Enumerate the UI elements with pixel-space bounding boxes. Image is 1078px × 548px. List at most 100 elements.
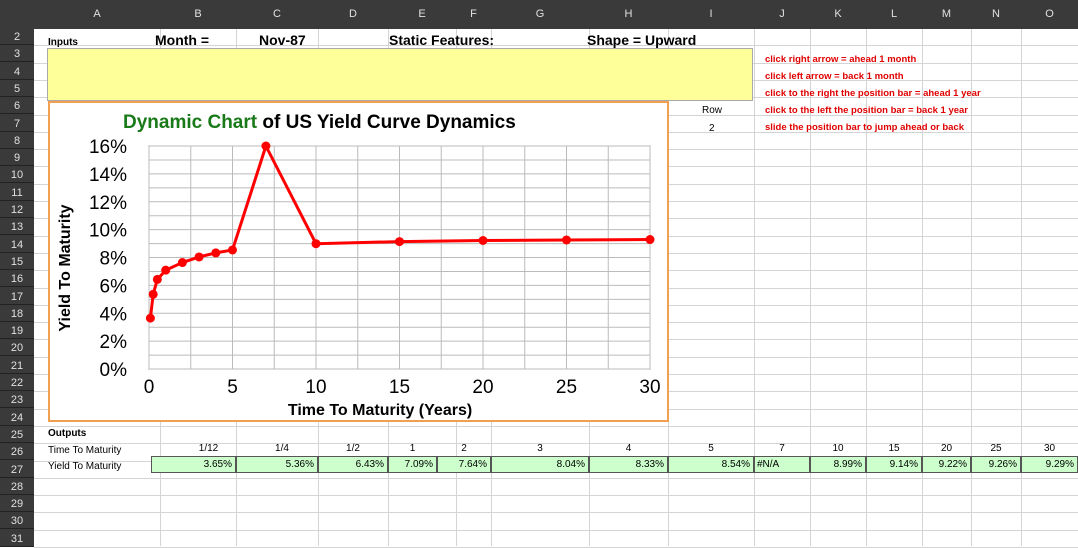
yield-curve-chart[interactable]: Dynamic Chart of US Yield Curve Dynamics… [48,101,669,422]
row-number-7[interactable]: 7 [0,116,34,132]
row-number-31[interactable]: 31 [0,531,34,547]
input-band[interactable] [47,48,753,101]
column-letter-f[interactable]: F [444,0,504,29]
series-point [395,237,404,246]
row-label: Row [702,105,722,116]
month-value[interactable]: Nov-87 [259,32,306,48]
row-number-2[interactable]: 2 [0,29,34,45]
column-letter-n[interactable]: N [966,0,1026,29]
row-number-28[interactable]: 28 [0,479,34,495]
maturity-cell[interactable]: 2 [444,443,484,454]
row-number-18[interactable]: 18 [0,306,34,322]
yield-cell[interactable]: 8.33% [589,456,668,473]
column-letter-h[interactable]: H [599,0,659,29]
y-tick-label: 0% [100,360,128,381]
maturity-cell[interactable]: 4 [609,443,649,454]
series-point [562,235,571,244]
maturity-cell[interactable]: 5 [691,443,731,454]
yield-cell[interactable]: 7.09% [388,456,437,473]
row-number-14[interactable]: 14 [0,237,34,253]
y-tick-label: 2% [100,332,128,353]
x-tick-label: 0 [144,377,155,398]
row-number-27[interactable]: 27 [0,462,34,478]
row-number-8[interactable]: 8 [0,133,34,149]
row-number-24[interactable]: 24 [0,410,34,426]
instruction-2: click left arrow = back 1 month [765,71,904,82]
x-axis-label: Time To Maturity (Years) [288,402,472,419]
series-point [228,245,237,254]
column-letter-b[interactable]: B [168,0,228,29]
yield-cell[interactable]: 9.22% [922,456,971,473]
maturity-cell[interactable]: 25 [976,443,1016,454]
row-number-12[interactable]: 12 [0,202,34,218]
maturity-cell[interactable]: 1/4 [262,443,302,454]
column-letter-j[interactable]: J [752,0,812,29]
row-number-15[interactable]: 15 [0,254,34,270]
row-number-10[interactable]: 10 [0,167,34,183]
maturity-cell[interactable]: 1 [393,443,433,454]
yield-cell[interactable]: 8.54% [668,456,754,473]
yield-cell[interactable]: 6.43% [318,456,388,473]
maturity-cell[interactable]: 1/12 [189,443,229,454]
yield-cell[interactable]: 9.14% [866,456,922,473]
column-letter-l[interactable]: L [864,0,924,29]
row-number-11[interactable]: 11 [0,185,34,201]
column-letter-g[interactable]: G [510,0,570,29]
row-number-21[interactable]: 21 [0,358,34,374]
series-point [195,252,204,261]
row-number-9[interactable]: 9 [0,150,34,166]
row-number-6[interactable]: 6 [0,98,34,114]
row-number-17[interactable]: 17 [0,289,34,305]
series-point [146,314,155,323]
maturity-cell[interactable]: 15 [874,443,914,454]
row-number-23[interactable]: 23 [0,392,34,408]
instruction-4: click to the left the position bar = bac… [765,105,968,116]
row-number-13[interactable]: 13 [0,219,34,235]
x-tick-label: 10 [305,377,326,398]
maturity-cell[interactable]: 30 [1030,443,1070,454]
column-letter-i[interactable]: I [681,0,741,29]
row-number-19[interactable]: 19 [0,323,34,339]
row-number-29[interactable]: 29 [0,496,34,512]
row-number-26[interactable]: 26 [0,444,34,460]
row-number-22[interactable]: 22 [0,375,34,391]
row-number-4[interactable]: 4 [0,64,34,80]
column-letter-k[interactable]: K [808,0,868,29]
chart-title: Dynamic Chart of US Yield Curve Dynamics [123,112,516,133]
column-letter-d[interactable]: D [323,0,383,29]
column-letter-o[interactable]: O [1020,0,1078,29]
outputs-label: Outputs [48,428,86,439]
series-point [479,236,488,245]
yield-cell[interactable]: 9.29% [1021,456,1078,473]
yield-cell[interactable]: 5.36% [236,456,318,473]
x-tick-label: 15 [389,377,410,398]
yield-cell[interactable]: #N/A [754,456,810,473]
column-letter-a[interactable]: A [67,0,127,29]
yield-output-row: 3.65%5.36%6.43%7.09%7.64%8.04%8.33%8.54%… [151,456,1078,473]
series-point [153,275,162,284]
yield-cell[interactable]: 3.65% [151,456,236,473]
yield-cell[interactable]: 7.64% [437,456,491,473]
yield-cell[interactable]: 9.26% [971,456,1021,473]
row-number-25[interactable]: 25 [0,427,34,443]
maturity-cell[interactable]: 3 [520,443,560,454]
series-point [312,239,321,248]
yield-cell[interactable]: 8.99% [810,456,866,473]
static-features-label: Static Features: [389,32,494,48]
maturity-row-label: Time To Maturity [48,445,121,456]
row-number-16[interactable]: 16 [0,271,34,287]
maturity-cell[interactable]: 10 [818,443,858,454]
column-letter-c[interactable]: C [247,0,307,29]
x-tick-label: 20 [472,377,493,398]
yield-row-label: Yield To Maturity [48,461,121,472]
row-number-5[interactable]: 5 [0,81,34,97]
maturity-cell[interactable]: 7 [762,443,802,454]
row-number-30[interactable]: 30 [0,513,34,529]
row-number-20[interactable]: 20 [0,340,34,356]
y-axis-label: Yield To Maturity [57,204,74,331]
maturity-cell[interactable]: 1/2 [333,443,373,454]
maturity-cell[interactable]: 20 [927,443,967,454]
row-header-bar: 2345678910111213141516171819202122232425… [0,29,34,546]
yield-cell[interactable]: 8.04% [491,456,589,473]
row-number-3[interactable]: 3 [0,46,34,62]
